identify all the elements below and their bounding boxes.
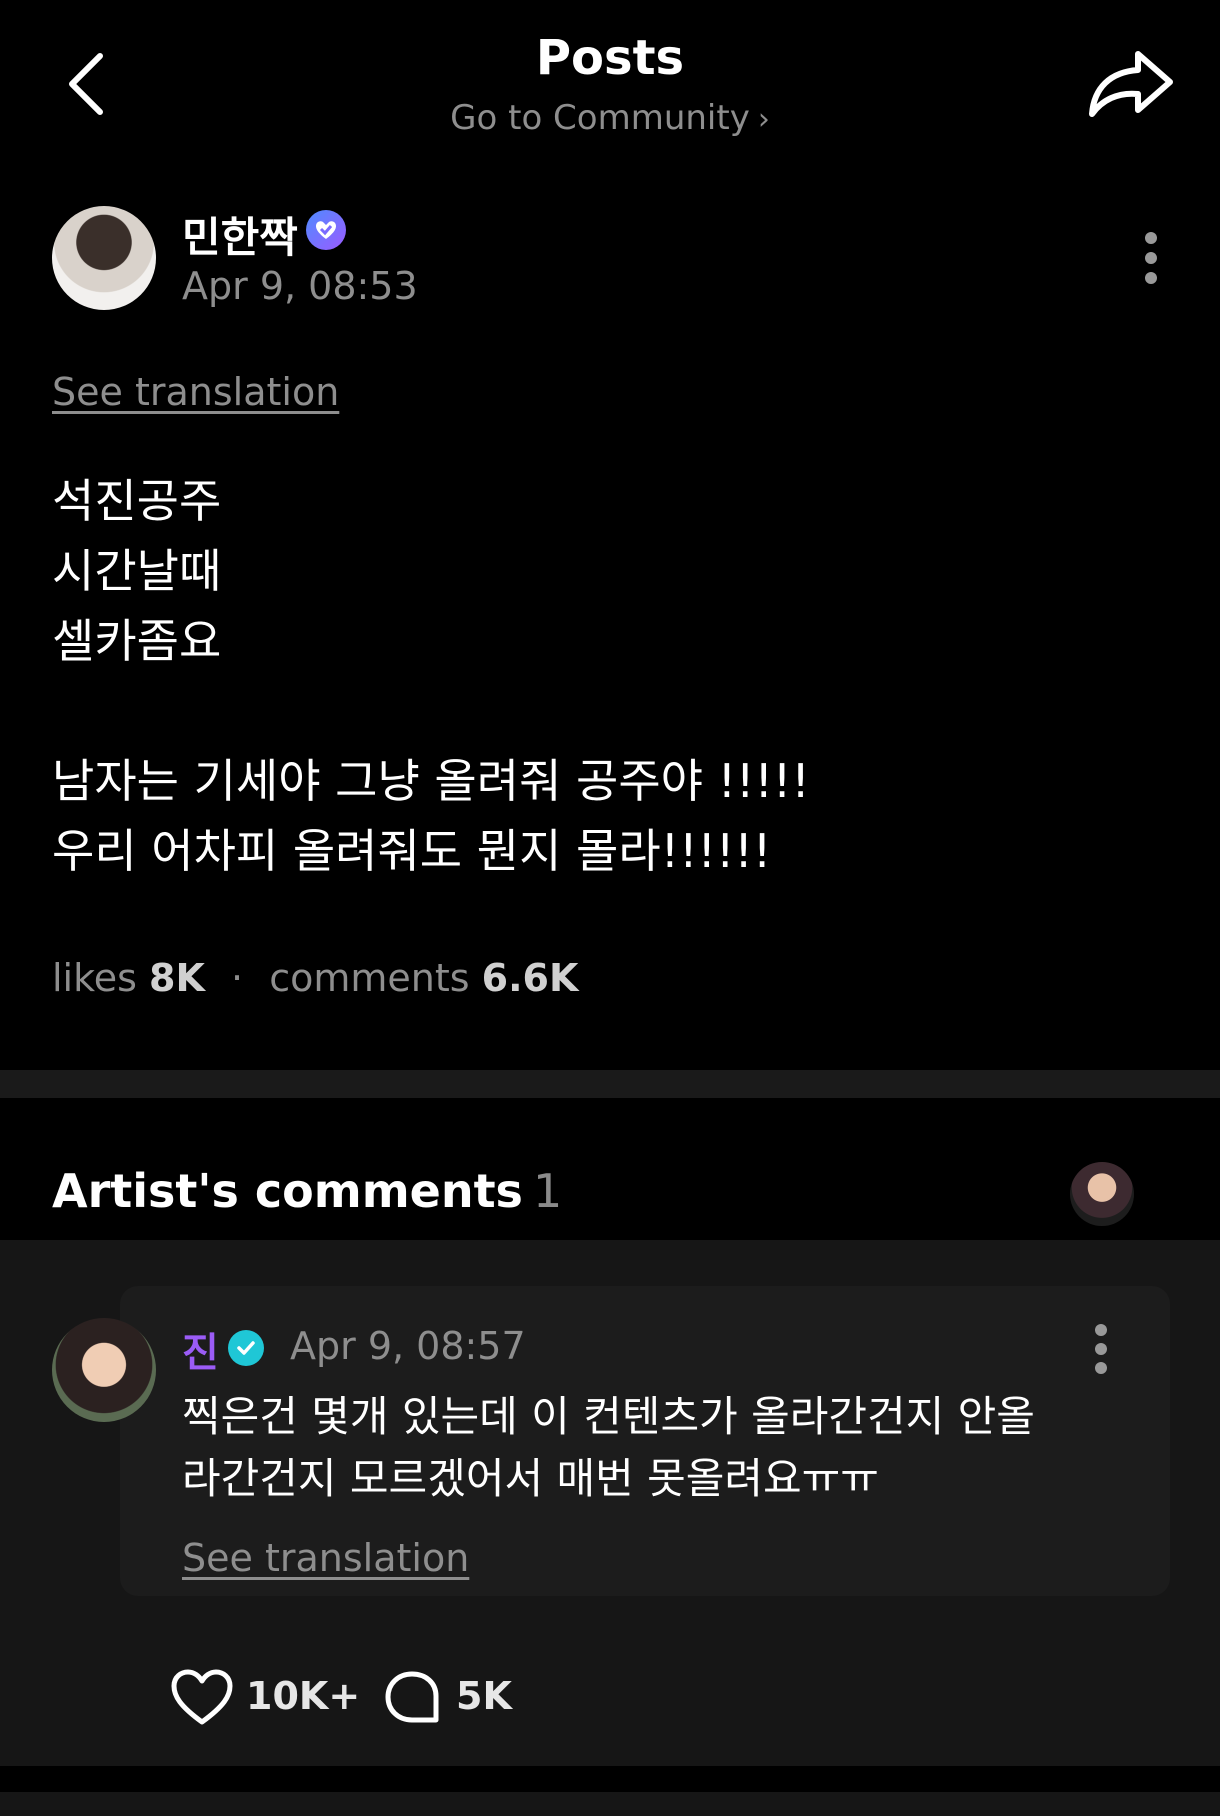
comment-see-translation-link[interactable]: See translation: [182, 1536, 469, 1580]
comments-count[interactable]: 6.6K: [482, 956, 579, 1000]
post-more-options-button[interactable]: [1136, 228, 1166, 288]
comment-like-button[interactable]: [170, 1668, 234, 1726]
verified-badge-icon: [306, 210, 346, 250]
go-to-community-label: Go to Community: [450, 98, 750, 138]
comment-reply-count: 5K: [456, 1674, 512, 1718]
post-body-line: 석진공주: [52, 474, 222, 528]
page-title: Posts: [535, 30, 685, 86]
comment-author-avatar[interactable]: [52, 1318, 156, 1422]
post-body-line: 셀카좀요: [52, 614, 222, 668]
bottom-section-edge: [0, 1792, 1220, 1816]
comment-text-line: 라간건지 모르겠어서 매번 못올려요ㅠㅠ: [182, 1454, 879, 1503]
comment-text: 찍은건 몇개 있는데 이 컨텐츠가 올라간건지 안올 라간건지 모르겠어서 매번…: [182, 1386, 1102, 1510]
post-timestamp: Apr 9, 08:53: [182, 264, 418, 308]
artist-comments-title: Artist's comments: [52, 1164, 523, 1218]
artist-comments-count: 1: [532, 1164, 563, 1218]
artist-comments-heading: Artist's comments 1: [52, 1164, 562, 1218]
comment-timestamp: Apr 9, 08:57: [290, 1324, 526, 1368]
comment-reply-button[interactable]: [384, 1670, 440, 1726]
chat-bubble-icon: [385, 1671, 439, 1723]
likes-count[interactable]: 8K: [149, 956, 205, 1000]
stats-separator: ·: [231, 956, 244, 1000]
chevron-right-icon: ›: [757, 102, 770, 137]
comment-text-line: 찍은건 몇개 있는데 이 컨텐츠가 올라간건지 안올: [182, 1392, 1035, 1441]
bottom-spacer: [0, 1766, 1220, 1792]
comment-author-name[interactable]: 진: [182, 1320, 219, 1378]
post-body: 석진공주 시간날때 셀카좀요 남자는 기세야 그냥 올려줘 공주야 !!!!! …: [52, 466, 1172, 886]
comment-more-options-button[interactable]: [1086, 1322, 1116, 1378]
post-body-line: 시간날때: [52, 544, 222, 598]
post-body-line: [52, 676, 1172, 746]
more-vertical-icon: [1095, 1324, 1107, 1336]
share-arrow-icon: [1089, 51, 1173, 117]
verified-badge-icon: [228, 1330, 264, 1366]
comments-label: comments: [269, 956, 470, 1000]
post-author-name[interactable]: 민한짝: [182, 204, 298, 265]
post-author-avatar[interactable]: [52, 206, 156, 310]
post-body-line: 우리 어차피 올려줘도 뭔지 몰라!!!!!!: [52, 824, 772, 878]
comment-like-count: 10K+: [246, 1674, 361, 1718]
likes-label: likes: [52, 956, 137, 1000]
section-divider: [0, 1070, 1220, 1098]
post-body-line: 남자는 기세야 그냥 올려줘 공주야 !!!!!: [52, 754, 810, 808]
go-to-community-link[interactable]: Go to Community ›: [0, 98, 1220, 138]
share-button[interactable]: [1086, 48, 1176, 120]
post-stats: likes 8K · comments 6.6K: [52, 956, 578, 1000]
heart-icon: [171, 1669, 233, 1725]
more-vertical-icon: [1145, 232, 1157, 244]
post-see-translation-link[interactable]: See translation: [52, 370, 339, 414]
artist-avatar[interactable]: [1070, 1162, 1134, 1226]
